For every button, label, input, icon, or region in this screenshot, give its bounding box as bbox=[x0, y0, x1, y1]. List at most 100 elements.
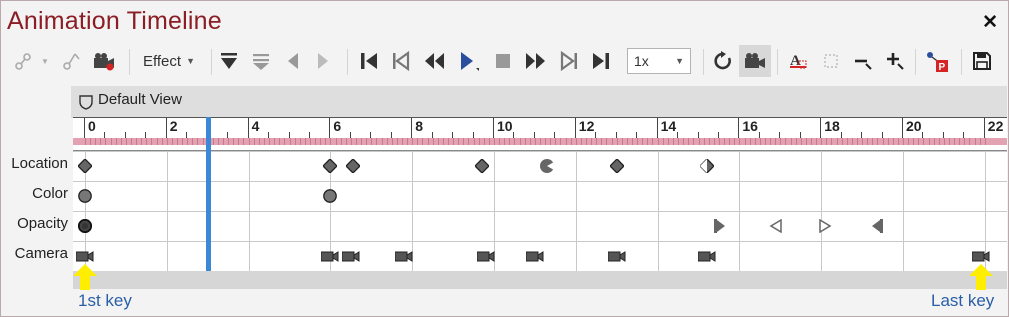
ruler-tick bbox=[247, 118, 249, 138]
ruler-minor-tick bbox=[197, 138, 199, 145]
ruler-minor-tick bbox=[171, 138, 173, 145]
ruler-minor-tick bbox=[775, 138, 777, 145]
ruler-minor-tick bbox=[110, 138, 112, 145]
view-label[interactable]: Default View bbox=[98, 91, 182, 108]
time-ruler[interactable]: 0 2 4 6 8 10 12 14 16 18 20 22 bbox=[73, 117, 1007, 151]
keyframe-diamond[interactable] bbox=[609, 159, 624, 173]
row-divider bbox=[73, 211, 1007, 212]
keyframe-diamond[interactable] bbox=[345, 159, 360, 173]
keyframe-camera[interactable] bbox=[525, 249, 544, 263]
ruler-minor-tick bbox=[923, 138, 925, 145]
ruler-minor-tick bbox=[826, 138, 828, 145]
go-to-end-icon[interactable] bbox=[587, 45, 615, 77]
ruler-tick bbox=[493, 118, 494, 138]
speed-select[interactable]: 1x ▼ bbox=[627, 48, 691, 74]
step-back-icon[interactable] bbox=[387, 45, 415, 77]
fast-forward-icon[interactable] bbox=[521, 45, 551, 77]
next-icon[interactable] bbox=[311, 45, 335, 77]
zoom-in-icon[interactable] bbox=[881, 45, 909, 77]
keyframe-diamond[interactable] bbox=[78, 159, 92, 173]
ruler-minor-tick bbox=[560, 138, 562, 145]
ruler-label: 6 bbox=[333, 118, 342, 134]
track-label-color[interactable]: Color bbox=[32, 185, 68, 202]
camera-icon[interactable] bbox=[739, 45, 771, 77]
ruler-minor-tick bbox=[949, 138, 950, 145]
ruler-minor-tick bbox=[759, 138, 761, 145]
ruler-minor-tick bbox=[151, 138, 153, 145]
keyframe-circle[interactable] bbox=[323, 189, 338, 203]
keyframe-tri-left[interactable] bbox=[769, 219, 783, 233]
expand-icon[interactable] bbox=[247, 45, 275, 77]
ruler-minor-tick bbox=[248, 138, 250, 145]
column-divider bbox=[821, 151, 823, 271]
keyframe-flag-left[interactable] bbox=[871, 219, 885, 233]
ruler-minor-tick bbox=[381, 138, 383, 145]
ruler-minor-tick bbox=[453, 138, 455, 145]
step-forward-icon[interactable] bbox=[555, 45, 583, 77]
save-icon[interactable] bbox=[967, 45, 997, 77]
ruler-minor-tick bbox=[662, 138, 664, 145]
add-motion-path-icon[interactable] bbox=[9, 45, 39, 77]
ruler-minor-tick bbox=[974, 138, 976, 145]
keyframe-camera[interactable] bbox=[476, 249, 495, 263]
ruler-minor-tick bbox=[790, 138, 792, 145]
keyframe-diamond[interactable] bbox=[323, 159, 338, 173]
ruler-minor-tick bbox=[228, 138, 230, 145]
keyframe-camera[interactable] bbox=[395, 249, 413, 263]
previous-icon[interactable] bbox=[281, 45, 305, 77]
text-effect-icon[interactable]: A bbox=[783, 45, 813, 77]
ruler-minor-tick bbox=[688, 138, 690, 145]
ruler-label: 20 bbox=[906, 118, 922, 134]
rewind-icon[interactable] bbox=[419, 45, 449, 77]
ruler-minor-tick bbox=[529, 138, 531, 145]
keyframe-flag-right[interactable] bbox=[712, 219, 726, 233]
node-icon[interactable] bbox=[57, 45, 85, 77]
ruler-minor-tick bbox=[862, 138, 864, 145]
ruler-minor-tick bbox=[263, 138, 265, 145]
ruler-minor-tick bbox=[447, 138, 449, 145]
track-label-location[interactable]: Location bbox=[11, 155, 68, 172]
play-icon[interactable] bbox=[453, 45, 483, 77]
keyframe-camera[interactable] bbox=[971, 249, 990, 263]
view-panel: Default View bbox=[71, 86, 1007, 118]
ruler-minor-tick bbox=[146, 138, 148, 145]
ruler-minor-tick bbox=[401, 138, 403, 145]
close-button[interactable]: ✕ bbox=[982, 11, 998, 34]
keyframe-camera[interactable] bbox=[697, 249, 716, 263]
playhead[interactable] bbox=[205, 117, 211, 271]
keyframe-half-circle[interactable] bbox=[540, 159, 555, 173]
keyframe-camera[interactable] bbox=[76, 249, 94, 263]
column-divider bbox=[657, 151, 659, 271]
presentation-icon[interactable]: P bbox=[921, 45, 953, 77]
ruler-minor-tick bbox=[355, 138, 357, 145]
keyframe-circle-dark[interactable] bbox=[78, 219, 92, 233]
ruler-minor-tick bbox=[192, 138, 194, 145]
ruler-minor-tick bbox=[887, 138, 889, 145]
collapse-icon[interactable] bbox=[215, 45, 243, 77]
ruler-minor-tick bbox=[514, 138, 516, 145]
ruler-minor-tick bbox=[632, 138, 634, 145]
track-label-opacity[interactable]: Opacity bbox=[17, 215, 68, 232]
keyframe-diamond[interactable] bbox=[474, 159, 489, 173]
dropdown-caret-icon[interactable]: ▼ bbox=[39, 45, 51, 77]
ruler-minor-tick bbox=[831, 138, 833, 145]
track-label-camera[interactable]: Camera bbox=[15, 245, 68, 262]
keyframe-circle[interactable] bbox=[78, 189, 92, 203]
go-to-start-icon[interactable] bbox=[355, 45, 383, 77]
keyframe-tri-right[interactable] bbox=[818, 219, 832, 233]
keyframe-camera[interactable] bbox=[321, 249, 339, 263]
ruler-minor-tick bbox=[120, 138, 122, 145]
camera-record-icon[interactable] bbox=[89, 45, 119, 77]
keyframe-diamond-half[interactable] bbox=[699, 159, 714, 173]
ruler-minor-tick bbox=[586, 138, 588, 145]
ruler-minor-tick bbox=[85, 138, 86, 145]
track-grid[interactable] bbox=[73, 151, 1007, 272]
keyframe-camera[interactable] bbox=[341, 249, 360, 263]
stop-icon[interactable] bbox=[489, 45, 517, 77]
loop-icon[interactable] bbox=[709, 45, 737, 77]
effect-dropdown[interactable]: Effect ▼ bbox=[133, 45, 205, 77]
ruler-minor-tick bbox=[141, 138, 143, 145]
keyframe-camera[interactable] bbox=[607, 249, 626, 263]
zoom-out-icon[interactable] bbox=[849, 45, 877, 77]
fit-icon[interactable] bbox=[817, 45, 845, 77]
